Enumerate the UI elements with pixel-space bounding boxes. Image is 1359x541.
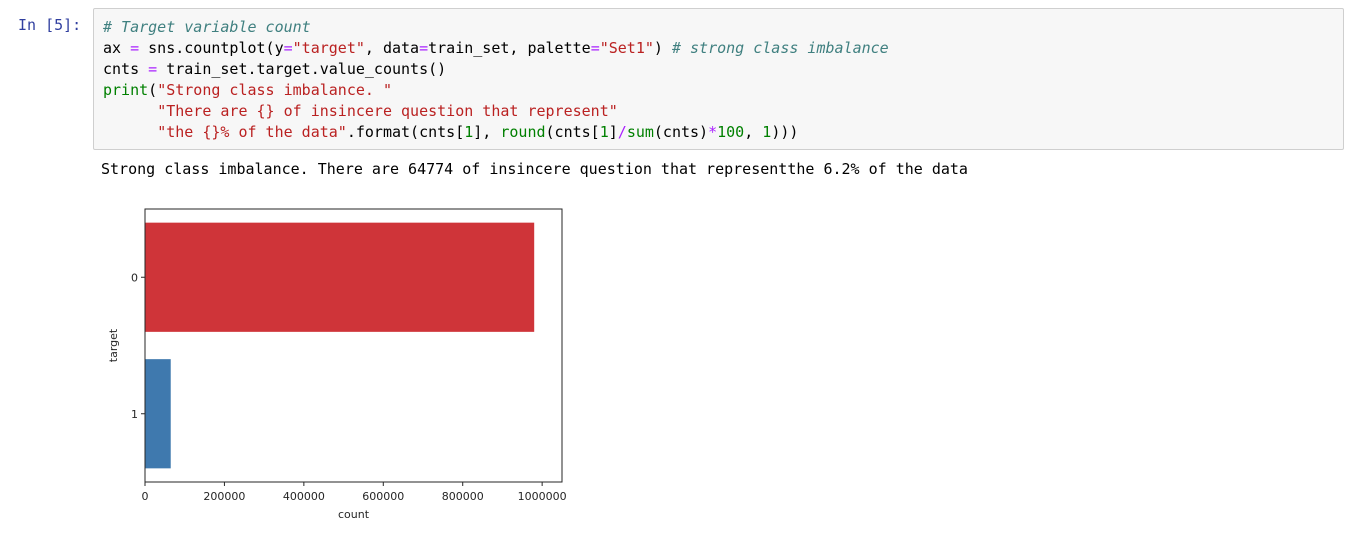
code-token: ) — [653, 39, 672, 57]
code-token: 1 — [464, 123, 474, 141]
code-token: cnts — [103, 60, 149, 78]
x-tick-label: 0 — [142, 490, 149, 503]
x-tick-label: 400000 — [283, 490, 325, 503]
code-token: "target" — [292, 39, 365, 57]
code-line: # Target variable count — [103, 18, 311, 36]
x-tick-label: 600000 — [362, 490, 404, 503]
code-token: * — [708, 123, 718, 141]
x-tick-label: 800000 — [442, 490, 484, 503]
code-token: train_set.target.value_counts() — [157, 60, 447, 78]
code-token: print — [103, 81, 149, 99]
code-token: # Target variable count — [103, 18, 311, 36]
code-token: (cnts) — [653, 123, 709, 141]
code-token: train_set, palette — [428, 39, 591, 57]
cell-prompt: In [5]: — [18, 16, 82, 34]
code-token: round — [500, 123, 546, 141]
code-token: ( — [148, 81, 158, 99]
code-token: / — [617, 123, 627, 141]
code-token: sum — [626, 123, 654, 141]
code-token: 1 — [762, 123, 772, 141]
code-token: "There are {} of insincere question that… — [157, 102, 618, 120]
code-token: "Strong class imbalance. " — [157, 81, 392, 99]
x-tick-label: 1000000 — [518, 490, 567, 503]
code-token: ], — [473, 123, 501, 141]
code-token: = — [590, 39, 600, 57]
code-token: 100 — [717, 123, 745, 141]
code-token: 1 — [599, 123, 609, 141]
code-line: print("Strong class imbalance. " — [103, 81, 392, 99]
x-axis-label: count — [338, 508, 370, 521]
code-token: ax — [103, 39, 131, 57]
countplot-chart: 0 1 0 200000 400000 600000 800000 1000000 count t… — [107, 208, 567, 521]
bar-target-1 — [145, 359, 171, 469]
code-token: = — [283, 39, 293, 57]
code-token: ] — [608, 123, 618, 141]
code-token: ))) — [771, 123, 799, 141]
code-token: .format(cnts[ — [346, 123, 465, 141]
code-line: ax = sns.countplot(y="target", data=trai… — [103, 39, 889, 57]
x-tick-label: 200000 — [203, 490, 245, 503]
code-token: sns.countplot(y — [139, 39, 284, 57]
code-line: "the {}% of the data".format(cnts[1], ro… — [103, 123, 798, 141]
code-token: "Set1" — [599, 39, 654, 57]
code-token: = — [148, 60, 158, 78]
y-tick-label: 1 — [131, 408, 138, 421]
code-token: = — [419, 39, 429, 57]
cell-output-text: Strong class imbalance. There are 64774 … — [101, 160, 968, 178]
code-token: , data — [364, 39, 420, 57]
code-text[interactable]: # Target variable count ax = sns.countpl… — [103, 17, 889, 143]
y-axis-label: target — [107, 328, 120, 362]
code-line: cnts = train_set.target.value_counts() — [103, 60, 446, 78]
code-line: "There are {} of insincere question that… — [103, 102, 618, 120]
bar-target-0 — [145, 222, 535, 332]
code-token: = — [130, 39, 140, 57]
code-token: , — [744, 123, 763, 141]
y-tick-label: 0 — [131, 271, 138, 284]
code-token: (cnts[ — [545, 123, 600, 141]
code-token: # strong class imbalance — [671, 39, 889, 57]
code-token: "the {}% of the data" — [157, 123, 347, 141]
code-cell-editor[interactable]: # Target variable count ax = sns.countpl… — [93, 8, 1344, 150]
